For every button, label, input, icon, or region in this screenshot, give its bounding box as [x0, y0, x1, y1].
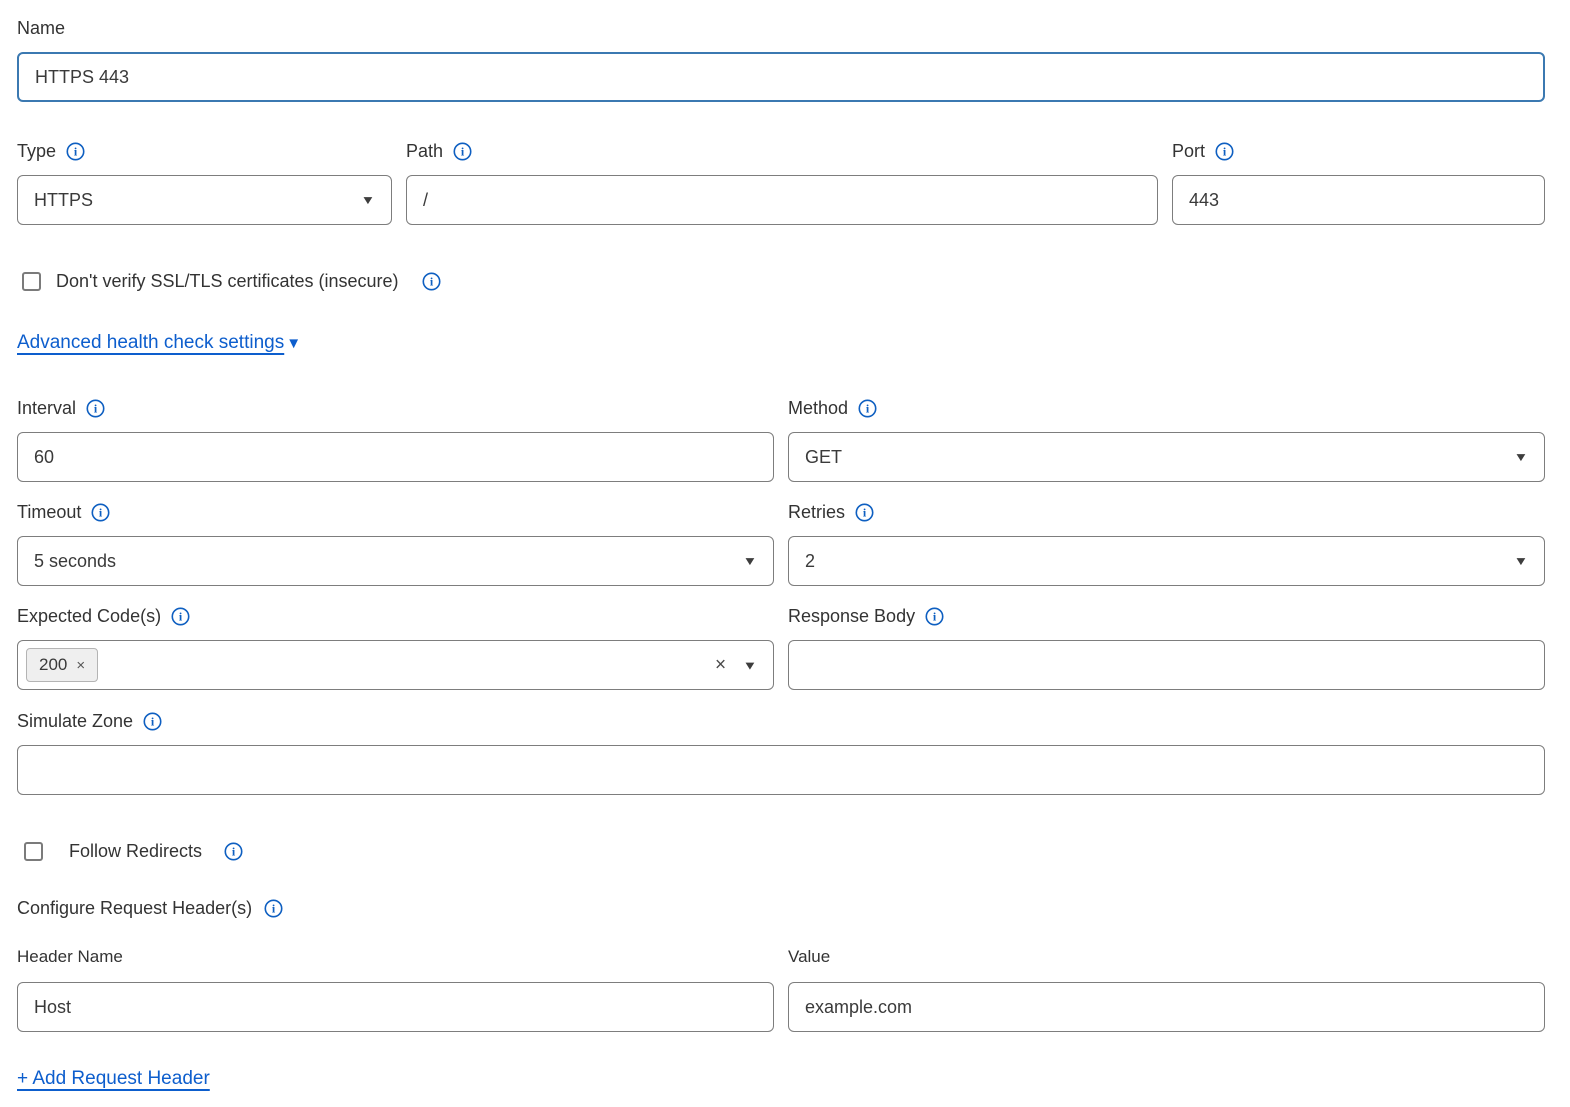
configure-request-headers-title: Configure Request Header(s) i: [17, 898, 283, 919]
name-label: Name: [17, 18, 65, 39]
svg-text:i: i: [1223, 145, 1227, 159]
advanced-settings-link[interactable]: Advanced health check settings: [17, 332, 284, 353]
svg-text:i: i: [74, 145, 78, 159]
svg-text:i: i: [461, 145, 465, 159]
chevron-down-icon[interactable]: ▼: [743, 658, 758, 672]
chevron-down-icon: ▼: [361, 193, 376, 207]
chevron-down-icon: ▼: [1514, 554, 1529, 568]
follow-redirects-label: Follow Redirects: [69, 841, 202, 862]
info-icon[interactable]: i: [66, 142, 85, 161]
svg-text:i: i: [866, 402, 870, 416]
retries-select[interactable]: 2 ▼: [788, 536, 1545, 586]
info-icon[interactable]: i: [86, 399, 105, 418]
header-value-input[interactable]: [788, 982, 1545, 1032]
port-label: Port i: [1172, 141, 1234, 162]
info-icon[interactable]: i: [925, 607, 944, 626]
info-icon[interactable]: i: [264, 899, 283, 918]
expected-codes-multiselect[interactable]: 200 × × ▼: [17, 640, 774, 690]
info-icon[interactable]: i: [1215, 142, 1234, 161]
follow-redirects-checkbox[interactable]: [24, 842, 43, 861]
info-icon[interactable]: i: [855, 503, 874, 522]
svg-text:i: i: [933, 610, 937, 624]
chevron-down-icon: ▼: [1514, 450, 1529, 464]
path-input[interactable]: [406, 175, 1158, 225]
verify-ssl-checkbox[interactable]: [22, 272, 41, 291]
simulate-zone-input[interactable]: [17, 745, 1545, 795]
info-icon[interactable]: i: [91, 503, 110, 522]
type-select[interactable]: HTTPS ▼: [17, 175, 392, 225]
svg-text:i: i: [863, 506, 867, 520]
header-name-input[interactable]: [17, 982, 774, 1032]
info-icon[interactable]: i: [422, 272, 441, 291]
svg-text:i: i: [151, 715, 155, 729]
retries-label: Retries i: [788, 502, 874, 523]
info-icon[interactable]: i: [171, 607, 190, 626]
simulate-zone-label: Simulate Zone i: [17, 711, 162, 732]
info-icon[interactable]: i: [224, 842, 243, 861]
clear-all-icon[interactable]: ×: [715, 656, 726, 675]
header-name-label: Header Name: [17, 947, 774, 967]
interval-input[interactable]: [17, 432, 774, 482]
svg-text:i: i: [232, 845, 236, 859]
expected-code-tag: 200 ×: [26, 648, 98, 682]
port-input[interactable]: [1172, 175, 1545, 225]
chevron-down-icon[interactable]: ▼: [286, 335, 301, 352]
timeout-label: Timeout i: [17, 502, 110, 523]
svg-text:i: i: [94, 402, 98, 416]
verify-ssl-label: Don't verify SSL/TLS certificates (insec…: [56, 271, 399, 292]
info-icon[interactable]: i: [143, 712, 162, 731]
health-check-form: Name Type i HTTPS ▼ Path: [0, 0, 1570, 1107]
request-header-row: Header Name Value: [17, 947, 1545, 1032]
method-select[interactable]: GET ▼: [788, 432, 1545, 482]
name-input[interactable]: [17, 52, 1545, 102]
response-body-input[interactable]: [788, 640, 1545, 690]
info-icon[interactable]: i: [453, 142, 472, 161]
response-body-label: Response Body i: [788, 606, 944, 627]
remove-tag-icon[interactable]: ×: [76, 657, 85, 674]
method-label: Method i: [788, 398, 877, 419]
svg-text:i: i: [179, 610, 183, 624]
info-icon[interactable]: i: [858, 399, 877, 418]
header-value-label: Value: [788, 947, 1545, 967]
type-label: Type i: [17, 141, 85, 162]
path-label: Path i: [406, 141, 472, 162]
svg-text:i: i: [429, 275, 433, 289]
chevron-down-icon: ▼: [743, 554, 758, 568]
svg-text:i: i: [272, 902, 276, 916]
expected-codes-label: Expected Code(s) i: [17, 606, 190, 627]
timeout-select[interactable]: 5 seconds ▼: [17, 536, 774, 586]
svg-text:i: i: [99, 506, 103, 520]
interval-label: Interval i: [17, 398, 105, 419]
add-request-header-link[interactable]: + Add Request Header: [17, 1068, 210, 1090]
